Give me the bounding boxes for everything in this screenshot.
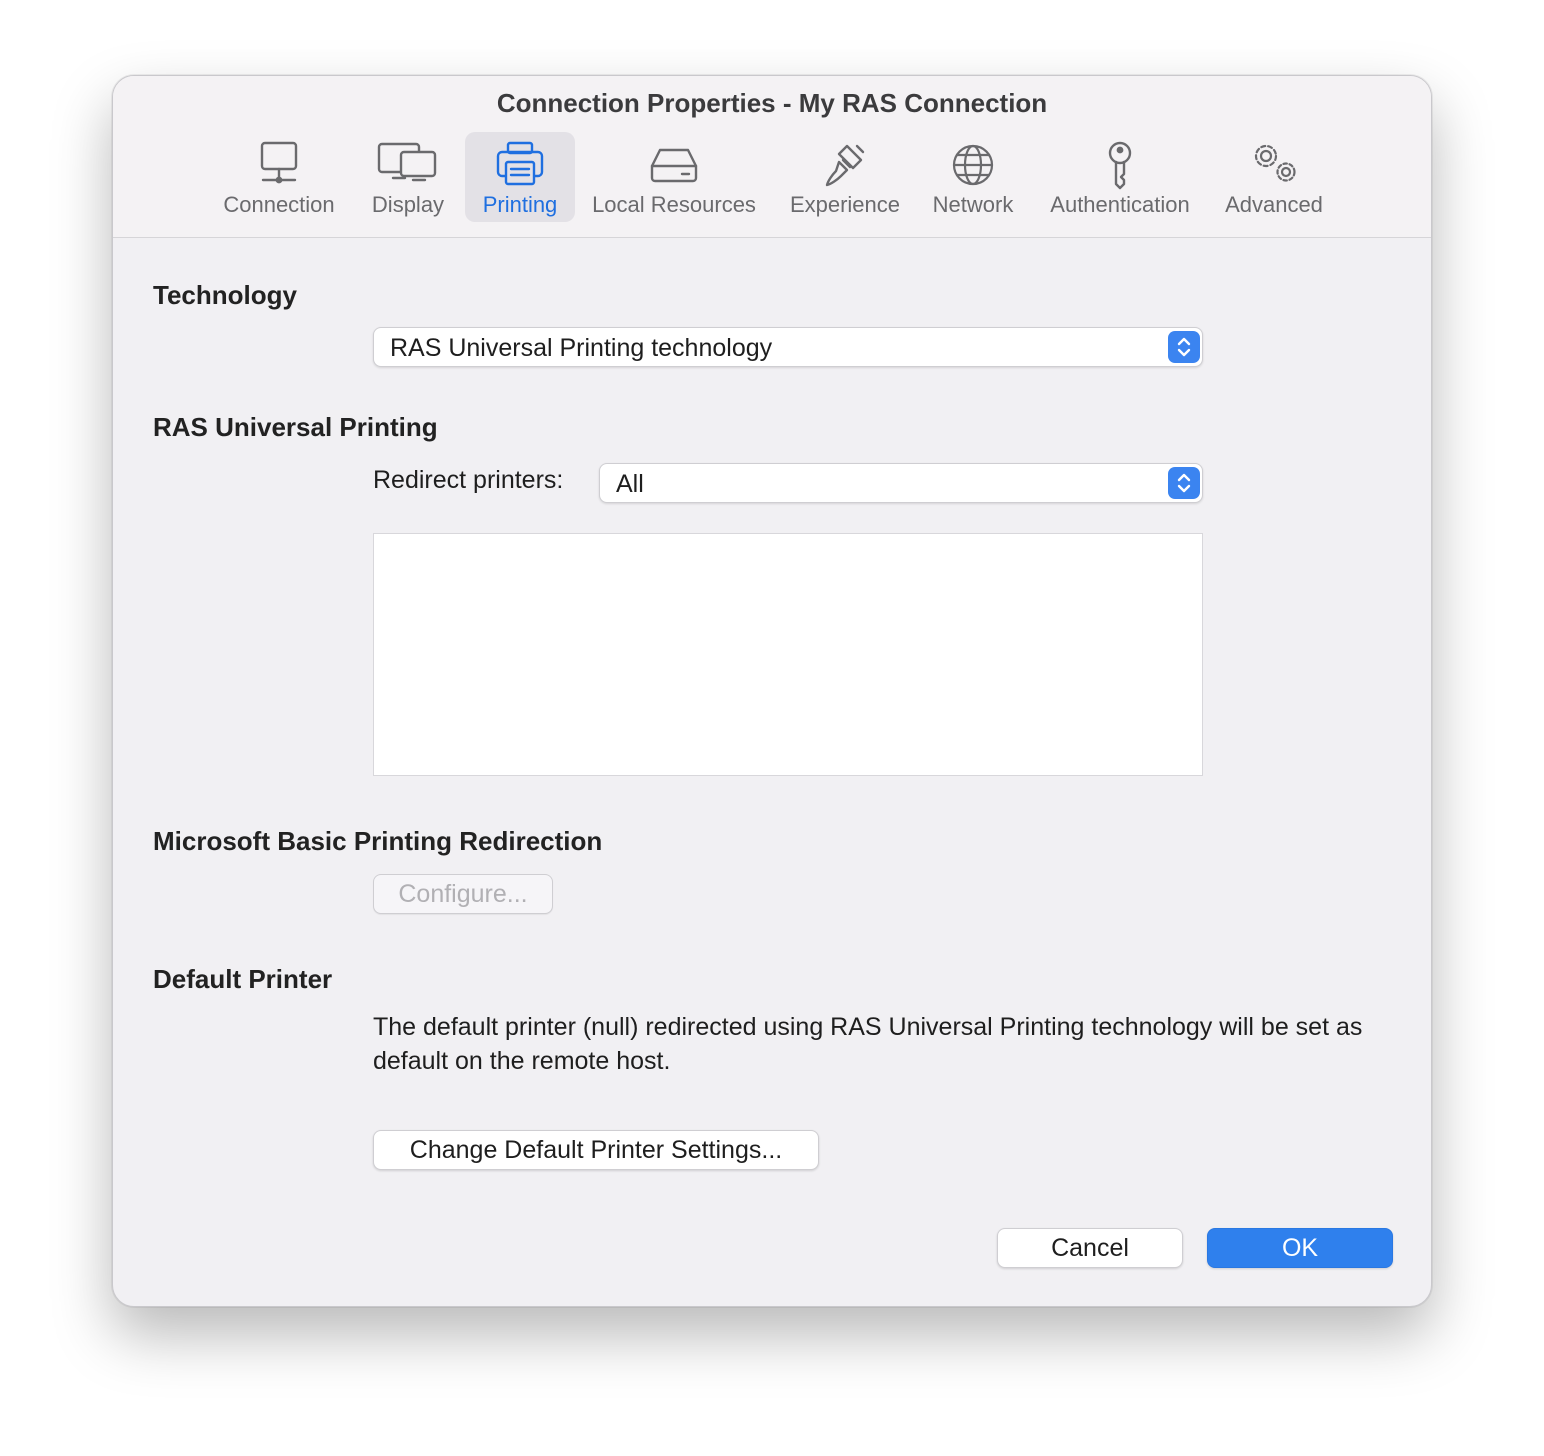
redirect-printers-value: All <box>616 470 644 498</box>
tab-printing[interactable]: Printing <box>465 132 575 222</box>
drive-icon <box>646 140 702 190</box>
gears-icon <box>1246 140 1302 190</box>
tab-label: Display <box>371 192 445 217</box>
default-printer-heading: Default Printer <box>153 964 333 994</box>
tab-local-resources[interactable]: Local Resources <box>585 132 763 222</box>
popup-stepper-icon <box>1168 331 1200 363</box>
tab-label: Advanced <box>1225 192 1323 217</box>
tab-experience[interactable]: Experience <box>781 132 909 222</box>
tab-label: Experience <box>789 192 901 217</box>
tab-label: Authentication <box>1050 192 1190 217</box>
tab-label: Connection <box>223 192 335 217</box>
cancel-button[interactable]: Cancel <box>997 1228 1183 1268</box>
key-icon <box>1092 140 1148 190</box>
tab-label: Network <box>932 192 1014 217</box>
tab-advanced[interactable]: Advanced <box>1213 132 1335 222</box>
technology-popup[interactable]: RAS Universal Printing technology <box>373 327 1203 367</box>
printer-icon <box>492 140 548 190</box>
popup-stepper-icon <box>1168 467 1200 499</box>
tab-network[interactable]: Network <box>921 132 1025 222</box>
change-default-printer-button[interactable]: Change Default Printer Settings... <box>373 1130 819 1170</box>
tab-connection[interactable]: Connection <box>209 132 349 222</box>
configure-button[interactable]: Configure... <box>373 874 553 914</box>
globe-icon <box>945 140 1001 190</box>
monitor-icon <box>251 140 307 190</box>
printer-list[interactable] <box>373 533 1203 776</box>
window-title: Connection Properties - My RAS Connectio… <box>496 88 1048 118</box>
universal-printing-heading: RAS Universal Printing <box>153 412 438 442</box>
technology-selected-value: RAS Universal Printing technology <box>390 334 773 362</box>
redirect-printers-label: Redirect printers: <box>373 466 564 494</box>
tab-display[interactable]: Display <box>361 132 455 222</box>
tab-label: Printing <box>482 192 558 217</box>
basic-redirection-heading: Microsoft Basic Printing Redirection <box>153 826 603 856</box>
tab-authentication[interactable]: Authentication <box>1037 132 1203 222</box>
redirect-printers-popup[interactable]: All <box>599 463 1203 503</box>
default-printer-description: The default printer (null) redirected us… <box>373 1013 1363 1075</box>
toolbar: Connection Properties - My RAS Connectio… <box>113 76 1431 238</box>
paintbrush-icon <box>817 140 873 190</box>
displays-icon <box>377 140 437 190</box>
tab-label: Local Resources <box>592 192 756 217</box>
technology-heading: Technology <box>153 280 297 310</box>
connection-properties-window: Connection Properties - My RAS Connectio… <box>112 75 1432 1307</box>
ok-button[interactable]: OK <box>1207 1228 1393 1268</box>
